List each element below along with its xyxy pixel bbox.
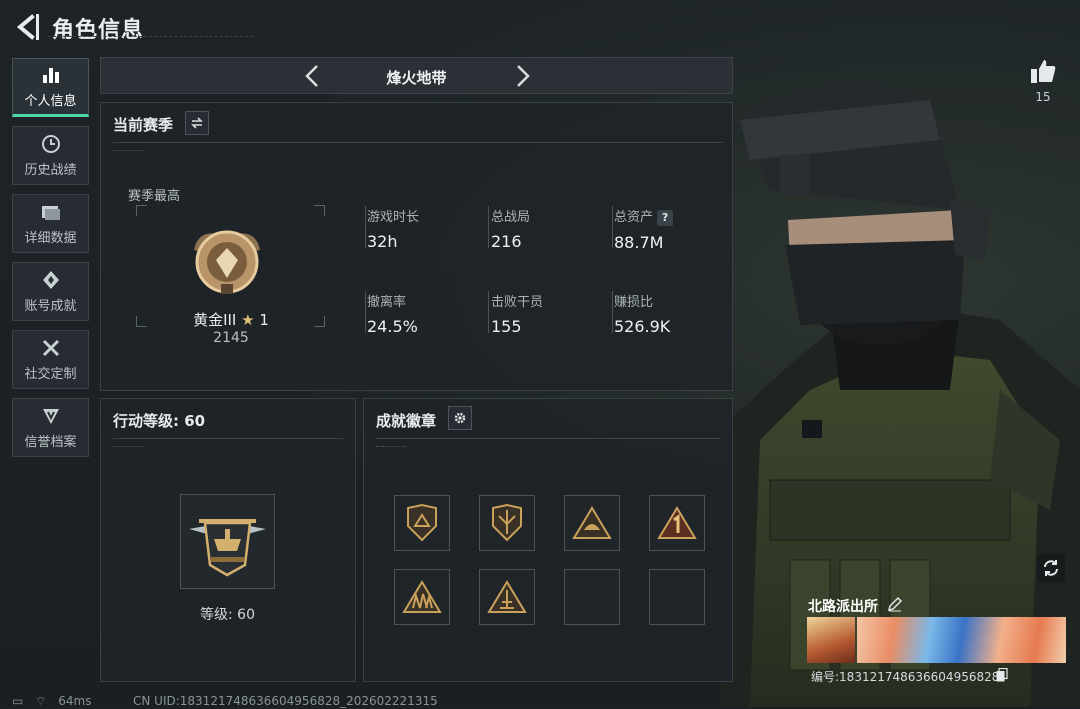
badge-settings-button[interactable] xyxy=(448,406,472,430)
ping: 64ms xyxy=(58,694,92,708)
nav-label: 社交定制 xyxy=(24,367,77,382)
back-arrow-icon[interactable] xyxy=(12,12,42,42)
badge-slot[interactable] xyxy=(479,569,535,625)
badge-slot-empty[interactable] xyxy=(649,569,705,625)
badge-slot[interactable] xyxy=(394,495,450,551)
season-title: 当前赛季 xyxy=(113,116,174,134)
nav-item-reputation[interactable]: 信誉档案 xyxy=(12,398,89,457)
badge-slot[interactable] xyxy=(564,495,620,551)
badge-arrow-icon xyxy=(492,504,522,542)
nav-label: 历史战绩 xyxy=(24,163,77,178)
divider xyxy=(113,438,343,439)
nav-label: 信誉档案 xyxy=(24,435,77,450)
rotate-model-button[interactable] xyxy=(1037,554,1065,582)
rank-score: 2145 xyxy=(213,330,249,346)
nav-item-history[interactable]: 历史战绩 xyxy=(12,126,89,185)
title-divider xyxy=(48,36,253,38)
nav-item-social[interactable]: 社交定制 xyxy=(12,330,89,389)
copy-icon[interactable] xyxy=(996,668,1008,682)
clock-icon xyxy=(41,133,61,155)
rotate-icon xyxy=(1044,560,1058,576)
stat-profit-ratio: 赚损比 526.9K xyxy=(614,295,671,336)
side-nav: 个人信息 历史战绩 详细数据 账号成就 社交定制 信誉档案 xyxy=(12,58,89,466)
card-avatar-image[interactable] xyxy=(807,617,855,663)
switch-season-button[interactable] xyxy=(185,111,209,135)
tools-icon xyxy=(41,337,61,359)
level-title: 行动等级: 60 xyxy=(113,412,206,430)
battery-icon: ▭ xyxy=(12,694,24,708)
star-icon: ★ xyxy=(241,311,255,329)
level-emblem xyxy=(180,494,275,589)
mode-title: 烽火地带 xyxy=(386,69,447,87)
nav-label: 个人信息 xyxy=(24,94,77,109)
season-best-label: 赛季最高 xyxy=(128,189,181,204)
thumbs-up-icon[interactable] xyxy=(1028,56,1058,86)
nav-label: 详细数据 xyxy=(24,231,77,246)
card-name: 北路派出所 xyxy=(808,599,878,615)
level-text: 等级: 60 xyxy=(200,607,255,623)
stat-extract-rate: 撤离率 24.5% xyxy=(367,295,418,336)
edit-pencil-icon[interactable] xyxy=(887,596,903,612)
nav-item-detail-data[interactable]: 详细数据 xyxy=(12,194,89,253)
rank-medal-icon xyxy=(194,230,260,294)
divider-dots xyxy=(376,446,406,451)
divider-dots xyxy=(113,150,143,155)
uid-line: CN UID:183121748636604956828_20260222131… xyxy=(133,694,438,708)
badge-triangle-squad-icon xyxy=(402,580,442,613)
badge-triangle-helmet-icon xyxy=(572,506,612,539)
rank-name: 黄金III ★ 1 xyxy=(193,311,269,329)
bar-chart-icon xyxy=(41,64,61,86)
badge-triangle-one-icon xyxy=(657,506,697,539)
badge-shield-icon xyxy=(407,504,437,542)
badge-slot[interactable] xyxy=(394,569,450,625)
chevron-right-icon[interactable] xyxy=(509,63,535,89)
nav-label: 账号成就 xyxy=(24,299,77,314)
badge-slot[interactable] xyxy=(479,495,535,551)
shield-icon xyxy=(41,405,61,427)
mode-selector: 烽火地带 xyxy=(100,57,733,94)
card-banner-image[interactable] xyxy=(857,617,1066,663)
divider-dots xyxy=(113,446,143,451)
page-title: 角色信息 xyxy=(52,18,145,43)
divider xyxy=(113,142,723,143)
badge-slot-empty[interactable] xyxy=(564,569,620,625)
divider xyxy=(376,438,721,439)
badge-triangle-tower-icon xyxy=(487,580,527,613)
nav-item-personal-info[interactable]: 个人信息 xyxy=(12,58,89,117)
card-uid: 编号:183121748636604956828 xyxy=(811,670,1000,684)
wifi-icon: ⌔ xyxy=(35,694,47,708)
badges-title: 成就徽章 xyxy=(376,412,437,430)
stat-total-assets: 总资产? 88.7M xyxy=(614,206,674,252)
folder-icon xyxy=(40,201,62,223)
nav-item-achievements[interactable]: 账号成就 xyxy=(12,262,89,321)
stat-kills: 击败干员 155 xyxy=(491,295,544,336)
stat-total-matches: 总战局 216 xyxy=(491,210,531,251)
achievement-icon xyxy=(41,269,61,291)
help-icon[interactable]: ? xyxy=(657,210,674,226)
stat-playtime: 游戏时长 32h xyxy=(367,210,420,251)
like-count: 15 xyxy=(1035,90,1051,104)
gear-icon xyxy=(454,412,466,424)
swap-icon xyxy=(191,117,203,129)
helicopter-emblem-icon xyxy=(189,519,266,577)
badge-slot[interactable] xyxy=(649,495,705,551)
